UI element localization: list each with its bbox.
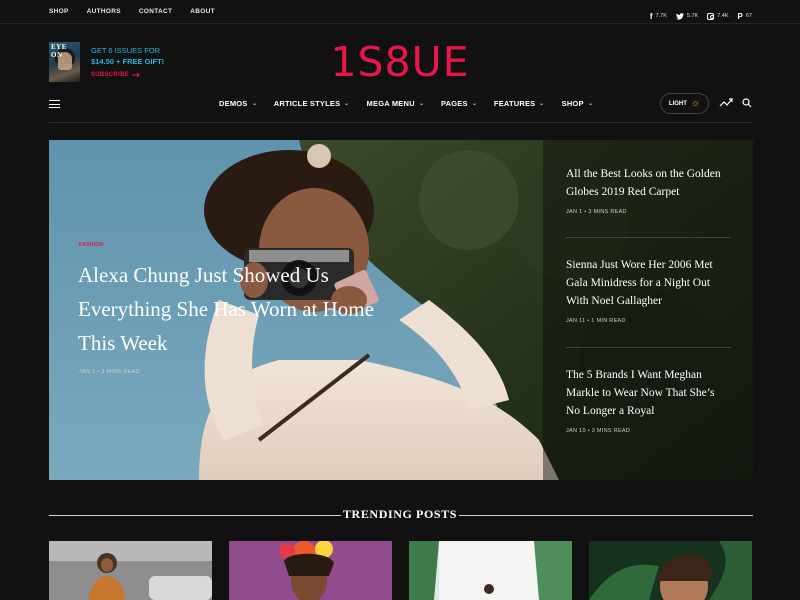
side-post-title[interactable]: All the Best Looks on the Golden Globes … (566, 165, 731, 201)
instagram-icon (707, 12, 715, 20)
social-pinterest[interactable]: P 67 (738, 12, 752, 21)
side-post-meta: JAN 1 • 3 MINS READ (566, 209, 627, 215)
nav-item-demos[interactable]: DEMOS ⌄ (219, 99, 257, 108)
nav-label: MEGA MENU (366, 99, 415, 108)
thumb-photo (49, 541, 212, 600)
nav-label: FEATURES (493, 99, 536, 108)
trending-thumb-4[interactable] (589, 541, 752, 600)
nav-label: PAGES (440, 99, 468, 108)
site-logo[interactable]: 1S8UE (0, 38, 800, 86)
trending-thumb-2[interactable] (229, 541, 392, 600)
twitter-icon (675, 7, 684, 25)
pinterest-count: 67 (745, 13, 752, 19)
hero-meta: JAN 1 • 3 MINS READ (79, 369, 140, 375)
side-post-2[interactable]: Sienna Just Wore Her 2006 Met Gala Minid… (566, 256, 731, 324)
side-divider (566, 347, 731, 348)
thumb-photo (409, 541, 572, 600)
trending-icon[interactable] (719, 96, 733, 108)
chevron-down-icon: ⌄ (587, 101, 594, 107)
chevron-down-icon: ⌄ (538, 101, 546, 107)
chevron-down-icon: ⌄ (250, 101, 258, 107)
nav-label: SHOP (561, 99, 584, 108)
trending-thumb-3[interactable] (409, 541, 572, 600)
trending-thumb-1[interactable] (49, 541, 212, 600)
nav-item-pages[interactable]: PAGES ⌄ (441, 99, 477, 108)
chevron-down-icon: ⌄ (471, 101, 478, 107)
instagram-count: 7.4K (717, 13, 729, 19)
facebook-count: 7.7K (655, 13, 667, 19)
top-link-authors[interactable]: AUTHORS (87, 8, 121, 15)
top-links: SHOP AUTHORS CONTACT ABOUT (49, 8, 215, 15)
chevron-down-icon: ⌄ (418, 101, 425, 107)
hero-title[interactable]: Alexa Chung Just Showed Us Everything Sh… (78, 258, 378, 360)
trending-rule-right (459, 515, 753, 516)
light-mode-toggle[interactable]: LIGHT ☼ (660, 93, 709, 114)
thumb-photo (589, 541, 752, 600)
nav-label: ARTICLE STYLES (273, 99, 341, 108)
nav-divider (49, 122, 753, 123)
nav-item-article-styles[interactable]: ARTICLE STYLES ⌄ (274, 99, 350, 108)
pinterest-icon: P (737, 11, 743, 21)
nav-item-features[interactable]: FEATURES ⌄ (494, 99, 545, 108)
sun-icon: ☼ (690, 98, 701, 109)
social-instagram[interactable]: 7.4K (707, 12, 729, 20)
social-twitter[interactable]: 5.7K (675, 7, 699, 25)
side-post-3[interactable]: The 5 Brands I Want Meghan Markle to Wea… (566, 366, 731, 434)
side-post-meta: JAN 10 • 3 MINS READ (566, 428, 631, 434)
chevron-down-icon: ⌄ (343, 101, 351, 107)
side-post-1[interactable]: All the Best Looks on the Golden Globes … (566, 165, 731, 215)
category-tag[interactable]: FASHION (79, 242, 103, 248)
search-icon[interactable] (742, 98, 752, 108)
facebook-icon: f (649, 11, 653, 21)
side-post-meta: JAN 11 • 1 MIN READ (566, 318, 626, 324)
thumb-photo (229, 541, 392, 600)
light-label: LIGHT (668, 100, 687, 107)
side-post-title[interactable]: Sienna Just Wore Her 2006 Met Gala Minid… (566, 256, 731, 310)
top-bar: SHOP AUTHORS CONTACT ABOUT f 7.7K 5.7K 7… (0, 0, 800, 24)
social-links: f 7.7K 5.7K 7.4K P 67 (650, 7, 752, 25)
top-link-shop[interactable]: SHOP (49, 8, 69, 15)
twitter-count: 5.7K (686, 13, 699, 19)
nav-item-shop[interactable]: SHOP ⌄ (561, 99, 594, 108)
social-facebook[interactable]: f 7.7K (650, 12, 667, 21)
top-link-contact[interactable]: CONTACT (139, 8, 172, 15)
hamburger-menu-icon[interactable] (49, 100, 60, 108)
nav-label: DEMOS (219, 99, 248, 108)
side-post-title[interactable]: The 5 Brands I Want Meghan Markle to Wea… (566, 366, 731, 420)
top-link-about[interactable]: ABOUT (190, 8, 215, 15)
side-divider (566, 237, 731, 238)
nav-item-mega-menu[interactable]: MEGA MENU ⌄ (366, 99, 425, 108)
main-nav: DEMOS ⌄ ARTICLE STYLES ⌄ MEGA MENU ⌄ PAGES ⌄… (219, 99, 610, 108)
